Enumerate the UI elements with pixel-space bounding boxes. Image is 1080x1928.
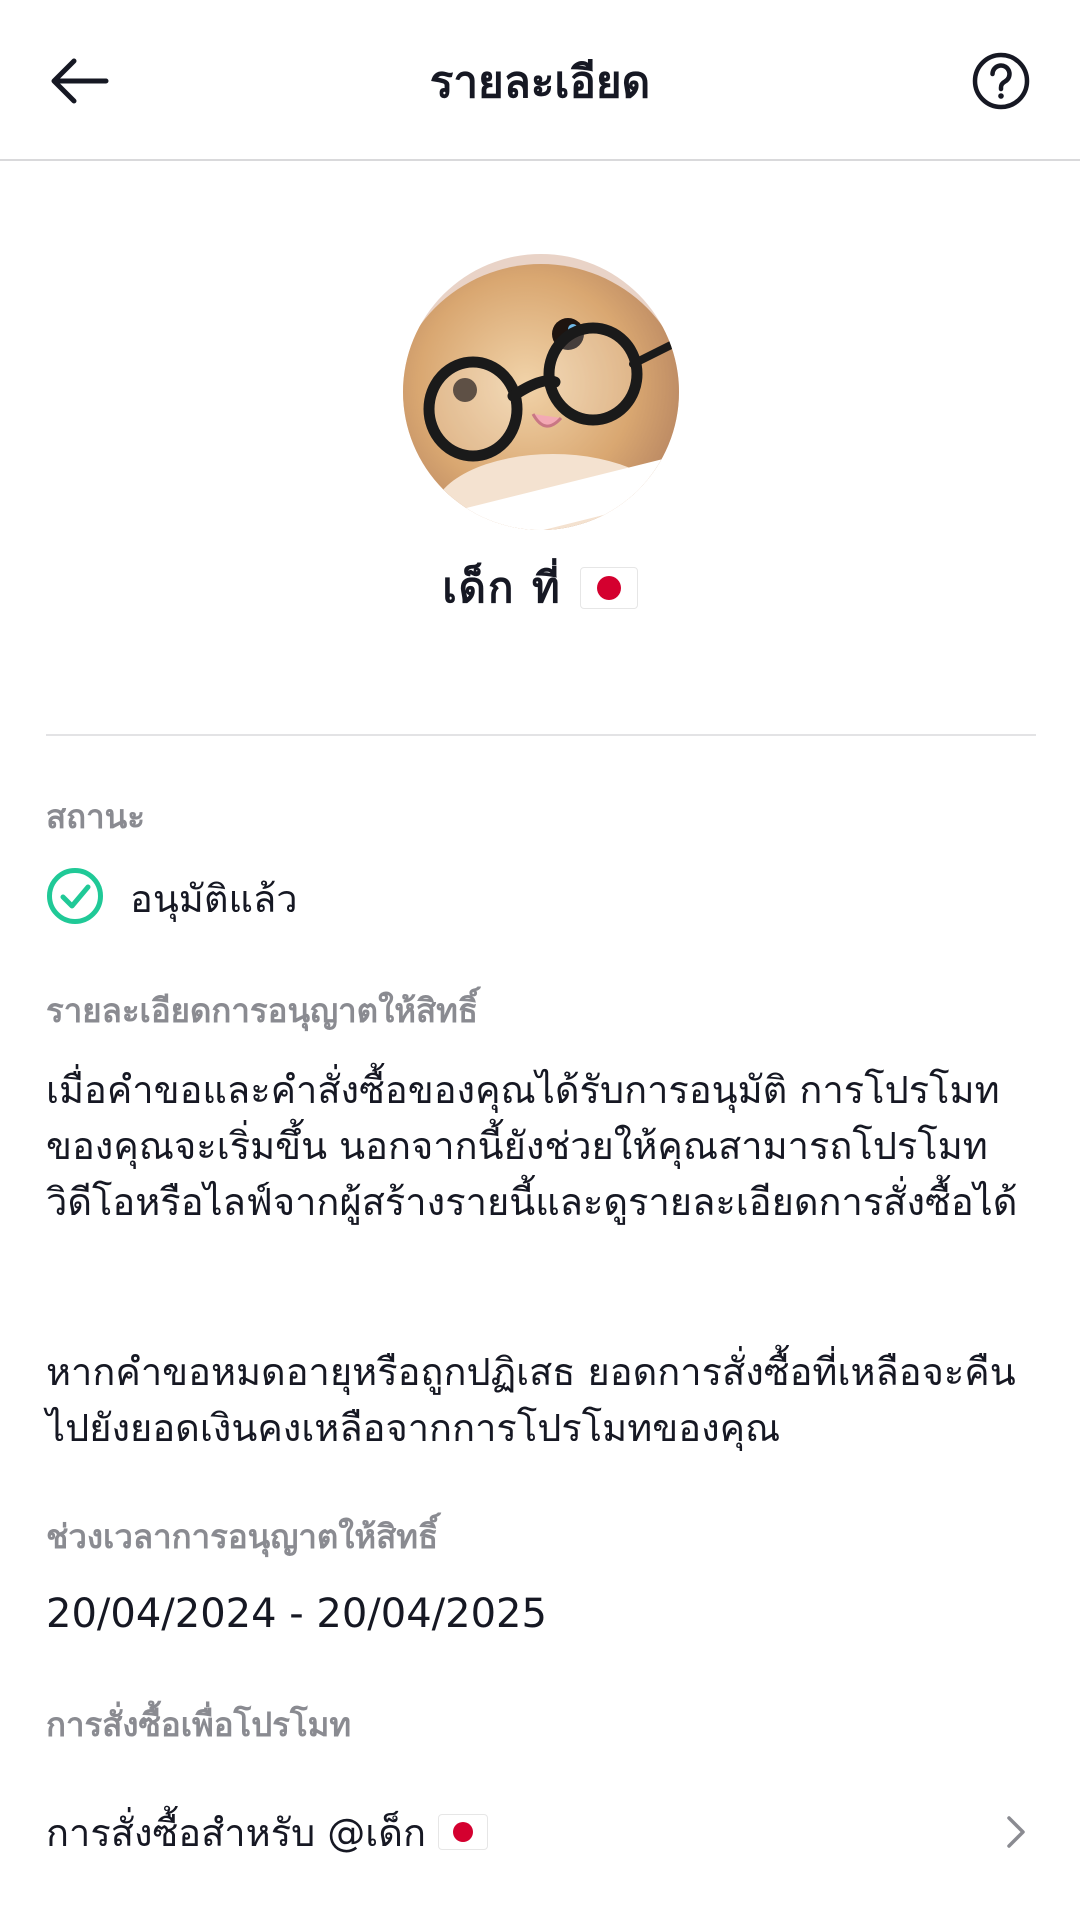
status-row: อนุมัติแล้ว <box>46 868 298 928</box>
display-name: เด็ก ที่ <box>442 563 562 612</box>
promotion-order-text: การสั่งซื้อสำหรับ @เด็ก <box>46 1810 426 1855</box>
license-details-paragraph-2: หากคำขอหมดอายุหรือถูกปฏิเสธ ยอดการสั่งซื… <box>46 1350 1016 1450</box>
avatar <box>403 254 679 530</box>
promotion-order-text-wrap: การสั่งซื้อสำหรับ @เด็ก <box>46 1802 488 1863</box>
question-circle-icon <box>972 52 1030 114</box>
japan-flag-icon <box>579 567 638 609</box>
top-bar: รายละเอียด <box>0 0 1080 161</box>
status-label: สถานะ <box>46 797 145 836</box>
page-title: รายละเอียด <box>429 57 651 108</box>
license-period-value: 20/04/2024 - 20/04/2025 <box>46 1591 547 1637</box>
japan-flag-icon <box>437 1814 488 1850</box>
promotion-order-row[interactable]: การสั่งซื้อสำหรับ @เด็ก <box>46 1800 1036 1864</box>
license-details-label: รายละเอียดการอนุญาตให้สิทธิ์ <box>46 991 478 1030</box>
license-details-paragraph-1: เมื่อคำขอและคำสั่งซื้อของคุณได้รับการอนุ… <box>46 1068 1018 1224</box>
divider <box>46 734 1036 736</box>
help-button[interactable] <box>966 48 1036 118</box>
promotion-orders-label: การสั่งซื้อเพื่อโปรโมท <box>46 1705 352 1744</box>
chevron-right-icon <box>996 1812 1036 1852</box>
license-period-label: ช่วงเวลาการอนุญาตให้สิทธิ์ <box>46 1517 439 1556</box>
profile-name-row: เด็ก ที่ <box>0 560 1080 616</box>
check-circle-icon <box>46 867 104 929</box>
status-value: อนุมัติแล้ว <box>130 876 298 921</box>
